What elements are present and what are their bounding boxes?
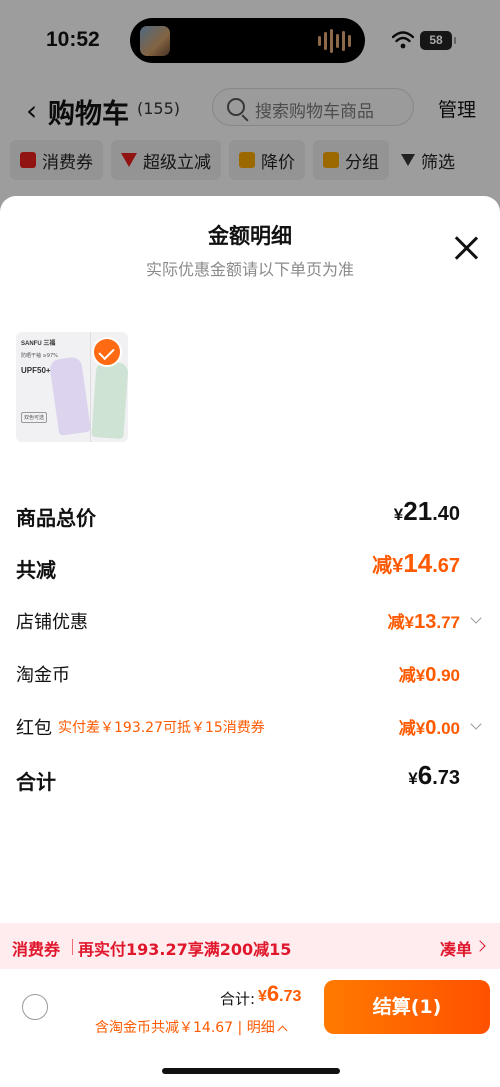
row-red-packet[interactable]: 红包 实付差￥193.27可抵￥15消费券 减¥0.00 — [16, 708, 484, 748]
chevron-up-icon — [277, 1025, 288, 1036]
store-discount-value: 减¥13.77 — [387, 611, 460, 633]
select-all-radio[interactable] — [22, 994, 48, 1020]
footer-total-label: 合计: — [220, 990, 256, 1008]
sheet-subtitle: 实际优惠金额请以下单页为准 — [145, 260, 354, 279]
coins-value: 减¥0.90 — [398, 664, 460, 686]
row-total-discount: 共减 减¥14.67 — [16, 548, 484, 588]
red-packet-value: 减¥0.00 — [398, 717, 460, 739]
sleeve-green — [91, 360, 128, 440]
thumb-line2: UPF50+ — [21, 366, 51, 375]
home-indicator — [162, 1068, 340, 1074]
sum-label: 合计 — [16, 770, 56, 794]
total-price-value: ¥21.40 — [393, 496, 460, 526]
sleeve-purple — [48, 356, 92, 436]
sum-value: ¥6.73 — [408, 760, 460, 790]
coupon-text: 再实付193.27享满200减15 — [78, 940, 292, 959]
close-icon[interactable] — [452, 234, 480, 262]
coupon-promo-bar[interactable]: 消费券 再实付193.27享满200减15 凑单 — [0, 923, 500, 969]
thumb-tag: 双色可选 — [21, 412, 48, 423]
divider — [72, 939, 73, 955]
chevron-down-icon — [470, 718, 482, 730]
red-packet-note: 实付差￥193.27可抵￥15消费券 — [58, 720, 265, 736]
total-price-label: 商品总价 — [16, 506, 96, 530]
store-discount-label: 店铺优惠 — [16, 612, 88, 633]
chevron-down-icon — [470, 612, 482, 624]
total-discount-label: 共减 — [16, 558, 56, 582]
total-discount-value: 减¥14.67 — [372, 548, 460, 578]
row-total-price: 商品总价 ¥21.40 — [16, 496, 484, 536]
red-packet-label: 红包 — [16, 718, 52, 739]
footer-total-value: ¥6.73 — [258, 981, 302, 1006]
thumb-brand: SANFU 三福 — [21, 341, 56, 347]
chevron-right-icon — [474, 940, 486, 952]
sheet-title: 金额明细 — [208, 224, 292, 248]
amount-detail-sheet: 金额明细 实际优惠金额请以下单页为准 SANFU 三福 防晒干袖 ≥97% UP… — [0, 196, 500, 1087]
add-items-link[interactable]: 凑单 — [440, 936, 472, 960]
coins-label: 淘金币 — [16, 665, 70, 686]
thumb-line1: 防晒干袖 ≥97% — [21, 353, 58, 359]
coupon-tag: 消费券 — [12, 940, 61, 959]
detail-toggle[interactable]: 含淘金币共减￥14.67 | 明细 — [95, 1017, 288, 1037]
row-store-discount[interactable]: 店铺优惠 减¥13.77 — [16, 602, 484, 642]
row-sum: 合计 ¥6.73 — [16, 760, 484, 800]
checkout-button[interactable]: 结算(1) — [324, 980, 490, 1034]
selected-check-icon[interactable] — [92, 337, 122, 367]
row-coins: 淘金币 减¥0.90 — [16, 655, 484, 695]
